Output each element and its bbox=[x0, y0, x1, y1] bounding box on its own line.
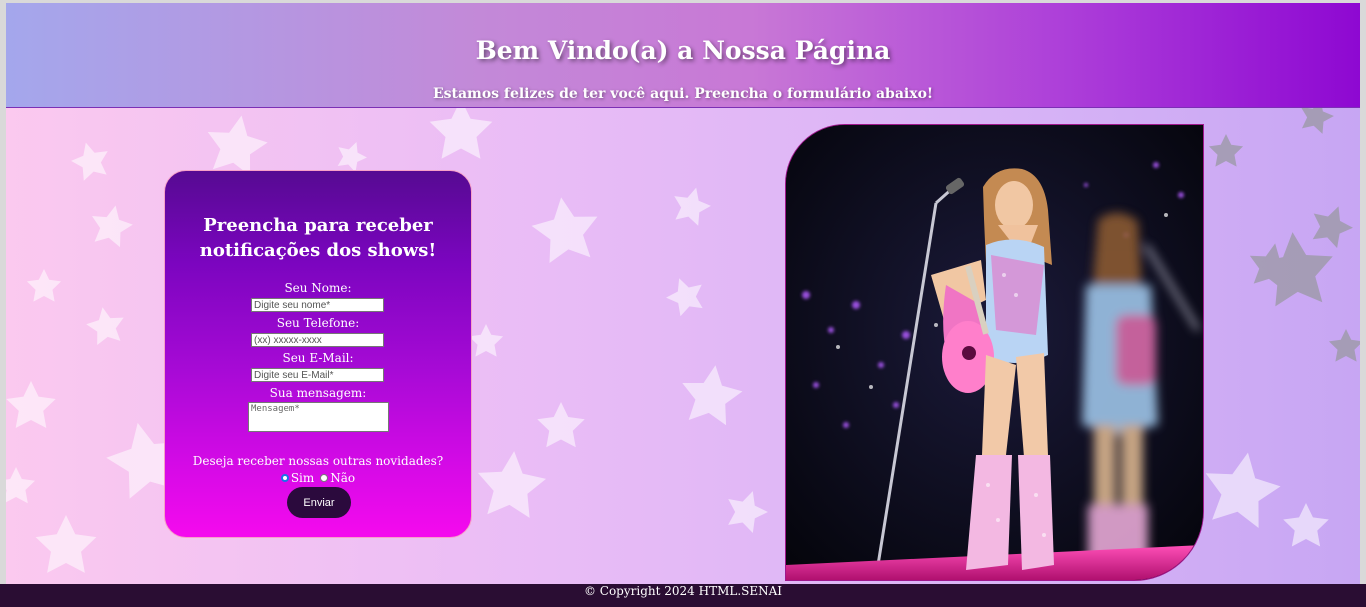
form-title-line-1: Preencha para receber bbox=[203, 215, 433, 236]
page-title: Bem Vindo(a) a Nossa Página bbox=[475, 36, 891, 65]
radio-no-label: Não bbox=[330, 471, 356, 485]
site-header: Bem Vindo(a) a Nossa Página Estamos feli… bbox=[6, 3, 1360, 108]
message-label: Sua mensagem: bbox=[269, 386, 367, 400]
page-subtitle: Estamos felizes de ter você aqui. Preenc… bbox=[432, 86, 934, 102]
phone-input[interactable] bbox=[251, 333, 384, 347]
copyright-text: © Copyright 2024 HTML.SENAI bbox=[583, 584, 783, 598]
name-label: Seu Nome: bbox=[284, 281, 352, 295]
newsletter-question: Deseja receber nossas outras novidades? bbox=[192, 454, 444, 468]
form-title: Preencha para receber notificações dos s… bbox=[165, 213, 471, 263]
notification-form: Preencha para receber notificações dos s… bbox=[164, 170, 472, 538]
name-input[interactable] bbox=[251, 298, 384, 312]
message-textarea[interactable] bbox=[248, 402, 389, 432]
newsletter-options: Sim Não bbox=[165, 471, 471, 485]
radio-yes-label: Sim bbox=[290, 471, 315, 485]
email-input[interactable] bbox=[251, 368, 384, 382]
phone-label: Seu Telefone: bbox=[276, 316, 360, 330]
radio-no[interactable] bbox=[320, 474, 329, 482]
site-footer: © Copyright 2024 HTML.SENAI bbox=[0, 584, 1366, 607]
form-title-line-2: notificações dos shows! bbox=[199, 240, 437, 261]
page-body: Bem Vindo(a) a Nossa Página Estamos feli… bbox=[6, 3, 1360, 584]
radio-yes[interactable] bbox=[280, 474, 289, 482]
concert-photo bbox=[785, 124, 1204, 581]
concert-photo-image bbox=[786, 125, 1203, 580]
email-label: Seu E-Mail: bbox=[282, 351, 354, 365]
submit-button[interactable]: Enviar bbox=[287, 487, 351, 518]
